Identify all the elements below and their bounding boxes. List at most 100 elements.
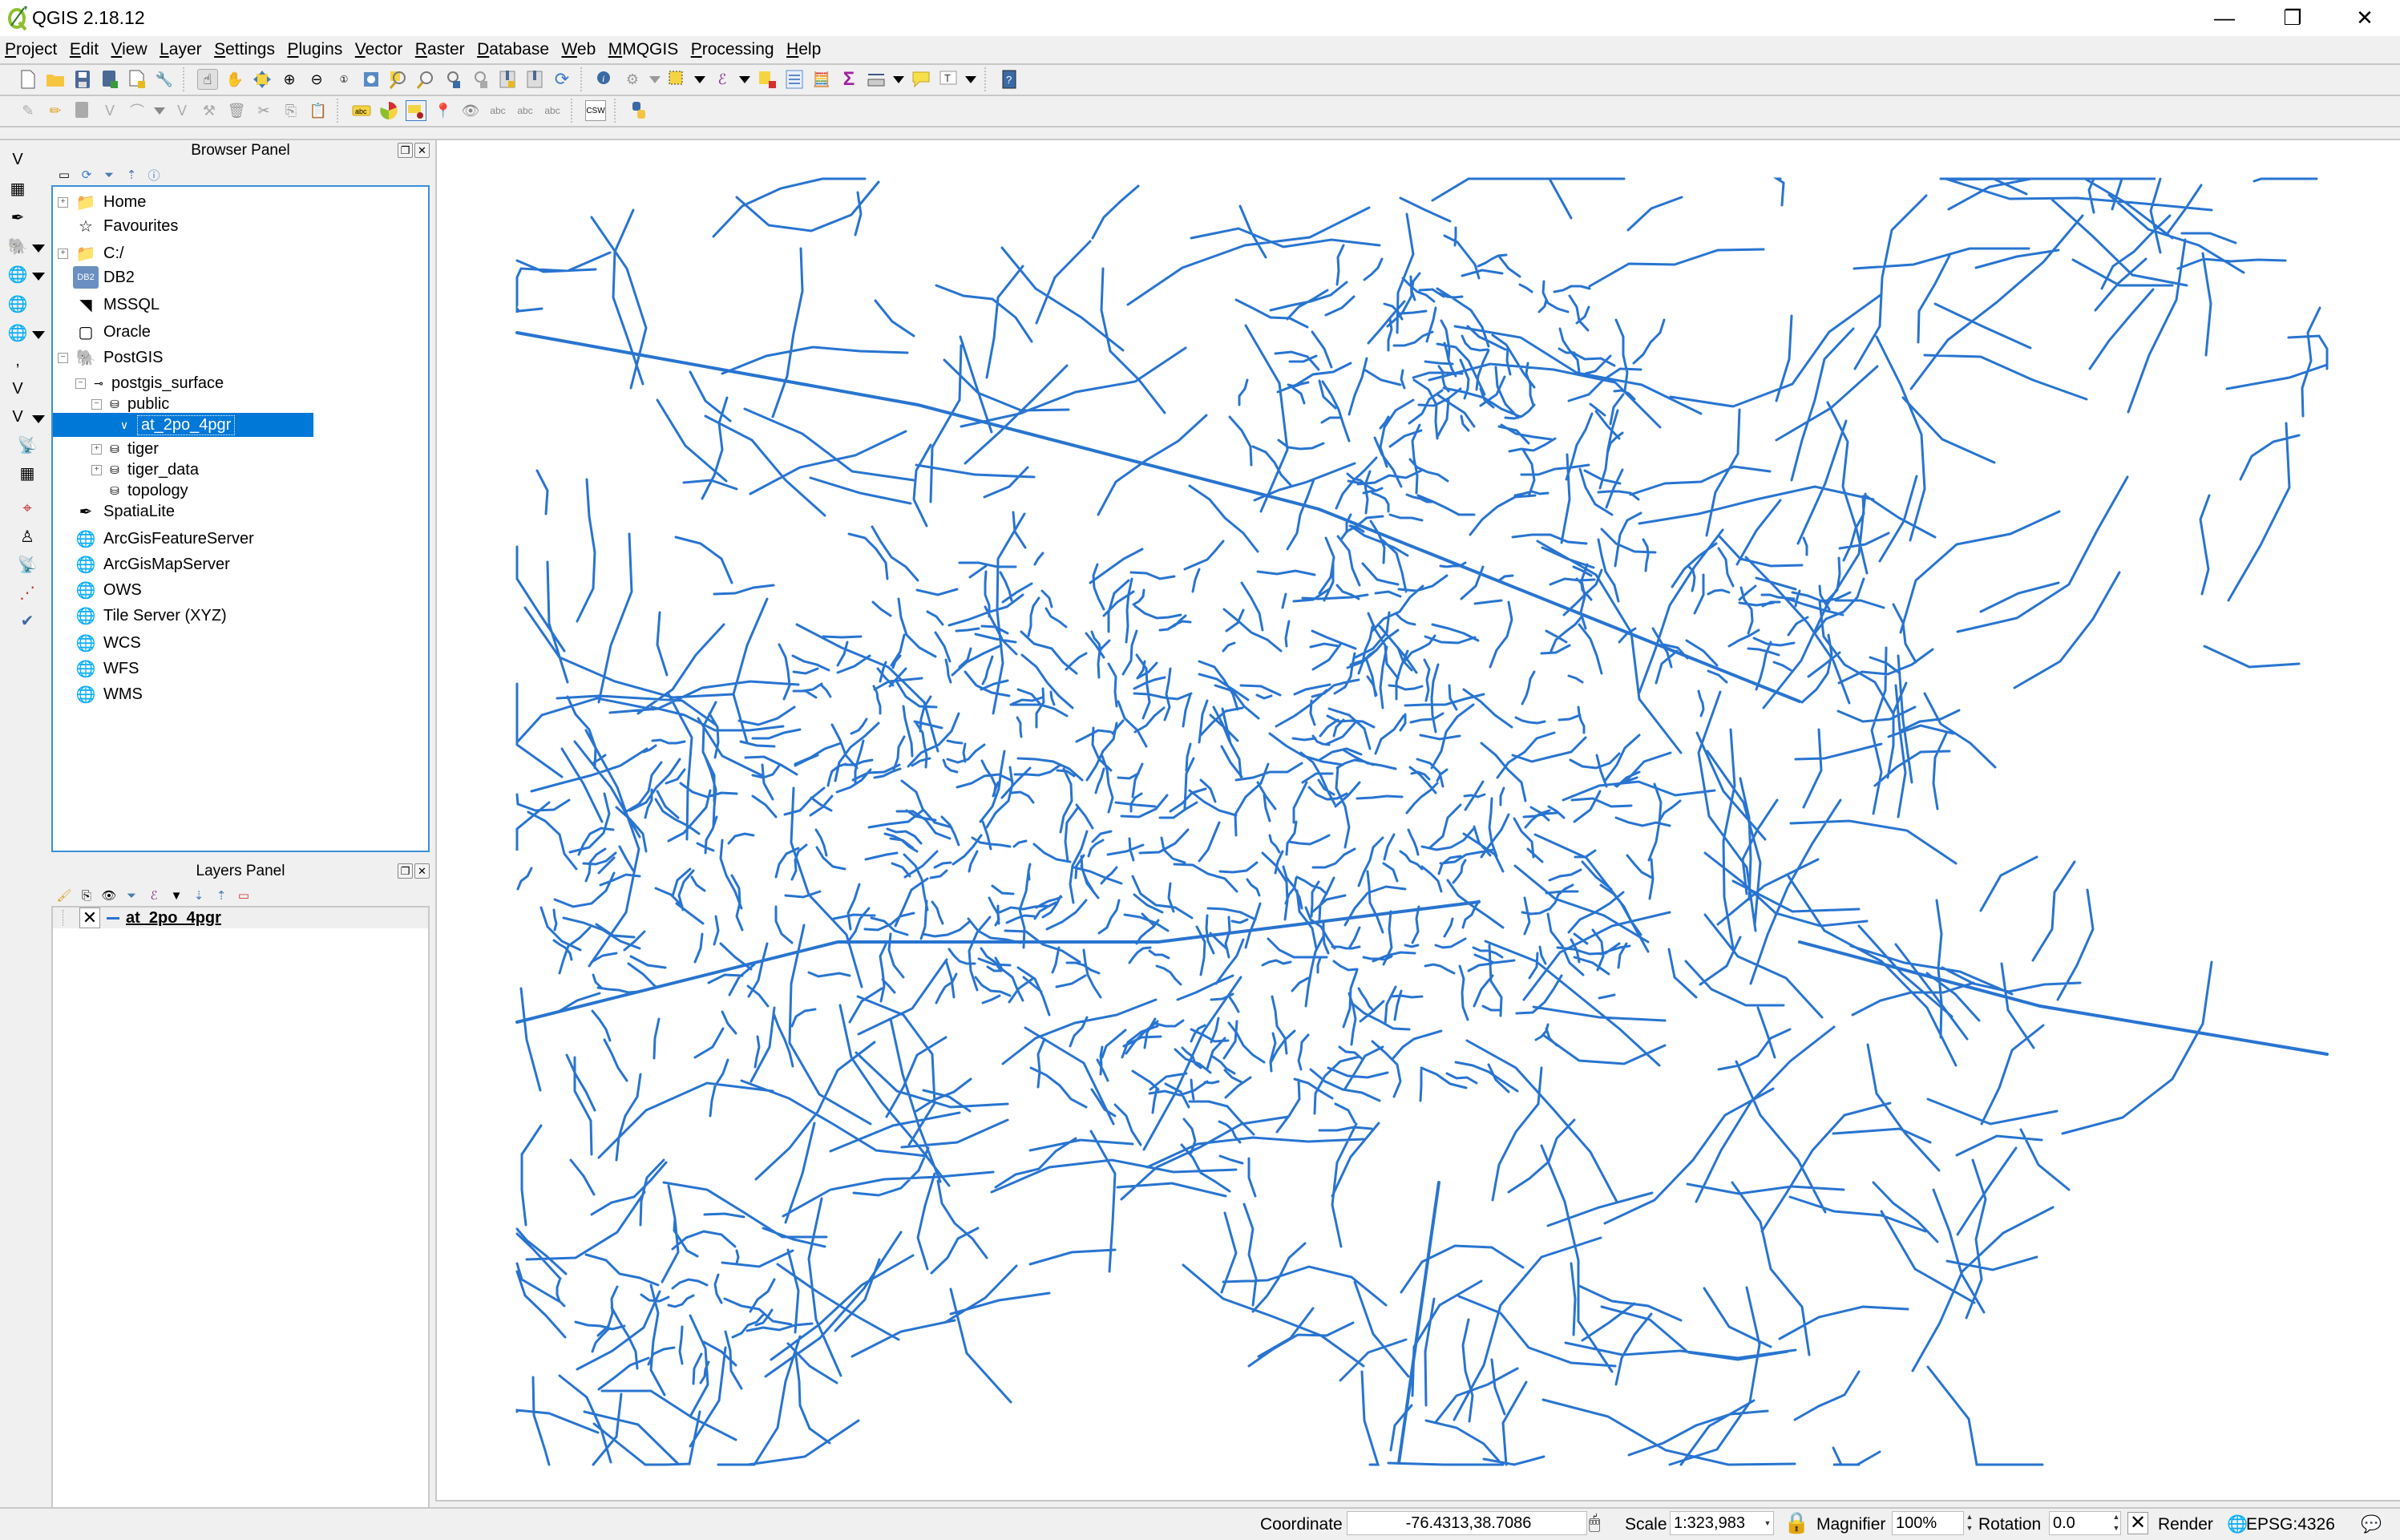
python-console-icon[interactable]	[628, 100, 649, 121]
rotation-spinner[interactable]: ▲ ▼	[2111, 1511, 2122, 1535]
measure-icon[interactable]	[866, 69, 887, 90]
save-as-icon[interactable]	[99, 69, 120, 90]
open-project-icon[interactable]	[45, 69, 66, 90]
save-project-icon[interactable]	[72, 69, 93, 90]
crs-globe-icon[interactable]: 🌐	[2227, 1515, 2248, 1534]
tree-expander[interactable]: −	[75, 378, 86, 389]
map-canvas[interactable]	[435, 139, 2400, 1502]
run-action-dropdown[interactable]	[649, 75, 661, 83]
add-feature-dropdown[interactable]	[154, 107, 165, 115]
dropdown-icon[interactable]: ▼	[168, 887, 184, 903]
add-virtual-layer-icon[interactable]: V	[6, 378, 29, 400]
statistics-icon[interactable]: Σ	[838, 68, 859, 90]
refresh-icon[interactable]: ⟳	[552, 69, 572, 90]
postgis-dropdown[interactable]	[32, 245, 45, 253]
minimize-button[interactable]: —	[2188, 0, 2261, 36]
new-print-composer-icon[interactable]	[127, 69, 147, 90]
style-icon[interactable]: 🖌	[56, 887, 72, 903]
pin-labels-icon[interactable]: 📍	[433, 100, 454, 121]
geometry-checker-icon[interactable]: ✔	[16, 609, 38, 632]
diagram-icon[interactable]	[378, 100, 399, 121]
collapse-all-icon[interactable]: ⇡	[213, 887, 229, 903]
touch-zoom-pan-icon[interactable]: ☝	[197, 69, 218, 90]
select-by-expression-icon[interactable]: ℰ	[712, 69, 733, 90]
tree-expander[interactable]: +	[58, 196, 68, 208]
layer-visibility-checkbox[interactable]: ✕	[79, 907, 100, 928]
tree-expander[interactable]: −	[58, 352, 68, 363]
visibility-icon[interactable]: 👁	[101, 887, 117, 903]
annotation-dropdown[interactable]	[965, 75, 976, 83]
tree-item-db2[interactable]: DB2 DB2	[58, 265, 135, 289]
coordinate-field[interactable]: -76.4313,38.7086	[1347, 1511, 1587, 1535]
composer-manager-icon[interactable]: 🔧	[154, 69, 175, 90]
close-panel-button[interactable]: ✕	[414, 143, 430, 158]
toggle-editing-icon[interactable]: ✏	[45, 100, 66, 121]
advanced-digitize-icon[interactable]: ⌖	[16, 497, 38, 519]
tree-item-wcs[interactable]: 🌐 WCS	[58, 631, 141, 655]
remove-layer-icon[interactable]: ▭	[236, 887, 252, 903]
run-action-icon[interactable]: ⚙	[622, 69, 643, 90]
menu-help[interactable]: Help	[782, 36, 825, 59]
restore-button[interactable]: ❐	[2257, 0, 2329, 36]
new-project-icon[interactable]	[18, 69, 38, 90]
change-label-icon[interactable]: abc	[542, 100, 563, 121]
menu-project[interactable]: Project	[0, 36, 61, 59]
new-geopackage-icon[interactable]: ▦	[16, 462, 38, 484]
menu-web[interactable]: Web	[556, 36, 600, 59]
node-tool-icon[interactable]: ⚒	[199, 100, 220, 121]
new-bookmark-icon[interactable]	[497, 69, 518, 90]
render-checkbox[interactable]: ✕	[2127, 1512, 2148, 1534]
add-wfs-layer-icon[interactable]: 🌐	[6, 321, 29, 344]
lock-scale-icon[interactable]: 🔒	[1784, 1510, 1809, 1535]
field-calculator-icon[interactable]: 🧮	[811, 69, 832, 90]
float-panel-button[interactable]: ❐	[398, 863, 413, 879]
magnifier-spinner[interactable]: ▲ ▼	[1964, 1511, 1975, 1535]
copy-features-icon[interactable]: ⎘	[281, 100, 301, 121]
save-layer-edits-icon[interactable]	[72, 100, 93, 121]
add-raster-layer-icon[interactable]: ▦	[6, 177, 29, 200]
messages-icon[interactable]: 💬	[2361, 1515, 2382, 1534]
filter-expression-icon[interactable]: ℰ	[146, 887, 162, 903]
scale-dropdown-icon[interactable]: ▼	[1762, 1511, 1773, 1535]
add-postgis-layer-icon[interactable]: 🐘	[6, 235, 29, 257]
zoom-in-icon[interactable]: ⊕	[279, 69, 300, 90]
filter-icon[interactable]: ⏷	[101, 167, 117, 183]
menu-database[interactable]: Database	[472, 36, 553, 59]
menu-view[interactable]: View	[106, 36, 151, 59]
new-shapefile-icon[interactable]: V	[6, 406, 29, 428]
show-hide-labels-icon[interactable]: 👁	[460, 100, 481, 121]
menu-settings[interactable]: Settings	[209, 36, 279, 59]
layer-row[interactable]: ✕ at_2po_4pgr	[53, 907, 428, 928]
menu-edit[interactable]: Edit	[65, 36, 103, 59]
tree-expander[interactable]: +	[58, 248, 68, 259]
zoom-to-layer-icon[interactable]	[415, 69, 436, 90]
pan-to-selection-icon[interactable]	[252, 69, 273, 90]
delete-selected-icon[interactable]: 🗑	[226, 100, 247, 121]
add-feature-icon[interactable]: V	[99, 100, 120, 121]
tree-expander[interactable]: +	[91, 464, 102, 475]
cut-features-icon[interactable]: ✂	[253, 100, 274, 121]
help-icon[interactable]: ?	[999, 69, 1020, 90]
add-wcs-layer-icon[interactable]: 🌐	[6, 293, 29, 315]
menu-layer[interactable]: Layer	[155, 36, 206, 59]
pan-icon[interactable]: ✋	[224, 69, 245, 90]
gps-tracking-icon[interactable]: 📡	[16, 553, 38, 576]
new-layer-dropdown[interactable]	[32, 415, 45, 423]
layer-name[interactable]: at_2po_4pgr	[126, 909, 221, 928]
menu-vector[interactable]: Vector	[350, 36, 407, 59]
deselect-icon[interactable]	[757, 69, 778, 90]
current-edits-icon[interactable]: ✎	[18, 100, 38, 121]
move-label-icon[interactable]: abc	[487, 100, 508, 121]
show-bookmarks-icon[interactable]	[524, 69, 545, 90]
highlight-pinned-labels-icon[interactable]	[406, 100, 426, 121]
zoom-to-selection-icon[interactable]	[388, 69, 409, 90]
zoom-native-icon[interactable]: ①	[333, 69, 354, 90]
tree-item-arcgisfeatureserver[interactable]: 🌐 ArcGisFeatureServer	[58, 527, 254, 551]
tree-item-home[interactable]: + 📁 Home	[58, 190, 146, 214]
tree-expander[interactable]: −	[91, 398, 102, 410]
move-feature-icon[interactable]: V	[172, 100, 192, 121]
menu-raster[interactable]: Raster	[410, 36, 469, 59]
gps-tool-icon[interactable]: 📡	[16, 434, 38, 456]
crs-button[interactable]: EPSG:4326	[2246, 1515, 2335, 1534]
tree-item-favourites[interactable]: ☆ Favourites	[58, 214, 178, 238]
